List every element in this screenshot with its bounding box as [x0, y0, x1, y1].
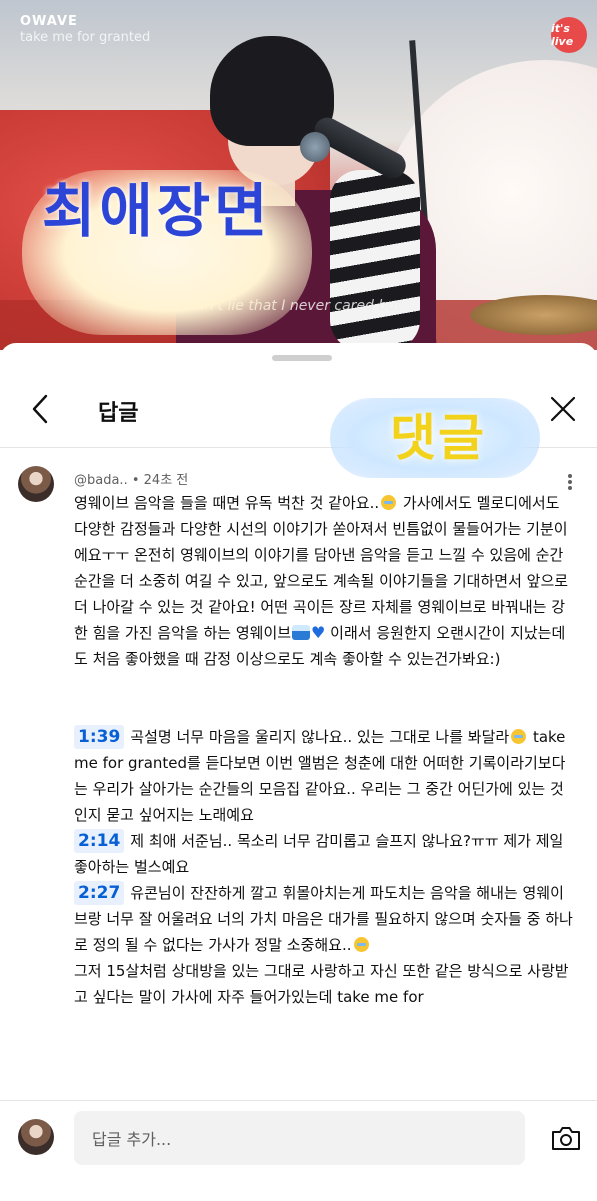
avatar[interactable]	[18, 466, 54, 502]
comment-segment: 1:39 곡설명 너무 마음을 울리지 않나요.. 있는 그대로 나를 봐달라 t…	[74, 725, 566, 824]
comment-paragraph: 영웨이브 음악을 들을 때면 유독 벅찬 것 같아요.. 가사에서도 멜로디에서…	[74, 494, 569, 668]
wave-emoji	[292, 625, 311, 640]
reply-input[interactable]: 답글 추가...	[74, 1111, 525, 1165]
sticker-text: 최애장면	[42, 177, 272, 245]
singer-arm	[330, 170, 420, 350]
blue-heart-emoji: ♥	[311, 623, 326, 642]
comment-meta: @bada.. • 24초 전	[74, 469, 188, 488]
reply-placeholder: 답글 추가...	[92, 1130, 172, 1149]
reply-composer: 답글 추가...	[0, 1100, 597, 1201]
teary-face-emoji	[381, 495, 397, 510]
sheet-title: 답글	[98, 401, 139, 426]
meta-separator: •	[131, 473, 140, 488]
comment-body: 영웨이브 음악을 들을 때면 유독 벅찬 것 같아요.. 가사에서도 멜로디에서…	[74, 490, 574, 1010]
timestamp-link[interactable]: 2:27	[74, 881, 125, 905]
drag-handle[interactable]	[272, 355, 332, 361]
comment-author[interactable]: @bada..	[74, 473, 128, 488]
teary-face-emoji	[511, 729, 527, 744]
comment-time: 24초 전	[143, 473, 189, 488]
comment-thread-item: @bada.. • 24초 전 영웨이브 음악을 들을 때면 유독 벅찬 것 같…	[0, 460, 597, 1100]
video-channel: OWAVE	[20, 14, 78, 29]
timestamp-link[interactable]: 1:39	[74, 725, 125, 749]
itslive-logo: it's live	[551, 17, 587, 53]
comment-segment: 2:27 유콘님이 잔잔하게 깔고 휘몰아치는게 파도치는 음악을 해내는 영웨이…	[74, 881, 573, 954]
timestamp-link[interactable]: 2:14	[74, 829, 125, 853]
microphone-head	[300, 132, 330, 162]
favorite-scene-sticker: 최애장면	[22, 160, 322, 350]
avatar	[18, 1119, 54, 1155]
camera-icon[interactable]	[551, 1125, 581, 1151]
crying-face-emoji	[353, 937, 369, 952]
video-song-title: take me for granted	[20, 30, 151, 45]
chevron-left-icon[interactable]	[26, 393, 54, 425]
video-player[interactable]: OWAVE take me for granted it's live I ca…	[0, 0, 597, 350]
comment-paragraph: 그저 15살처럼 상대방을 있는 그대로 사랑하고 자신 또한 같은 방식으로 …	[74, 962, 569, 1006]
comment-segment: 2:14 제 최애 서준님.. 목소리 너무 감미롭고 슬프지 않나요?ㅠㅠ 제가…	[74, 829, 564, 876]
